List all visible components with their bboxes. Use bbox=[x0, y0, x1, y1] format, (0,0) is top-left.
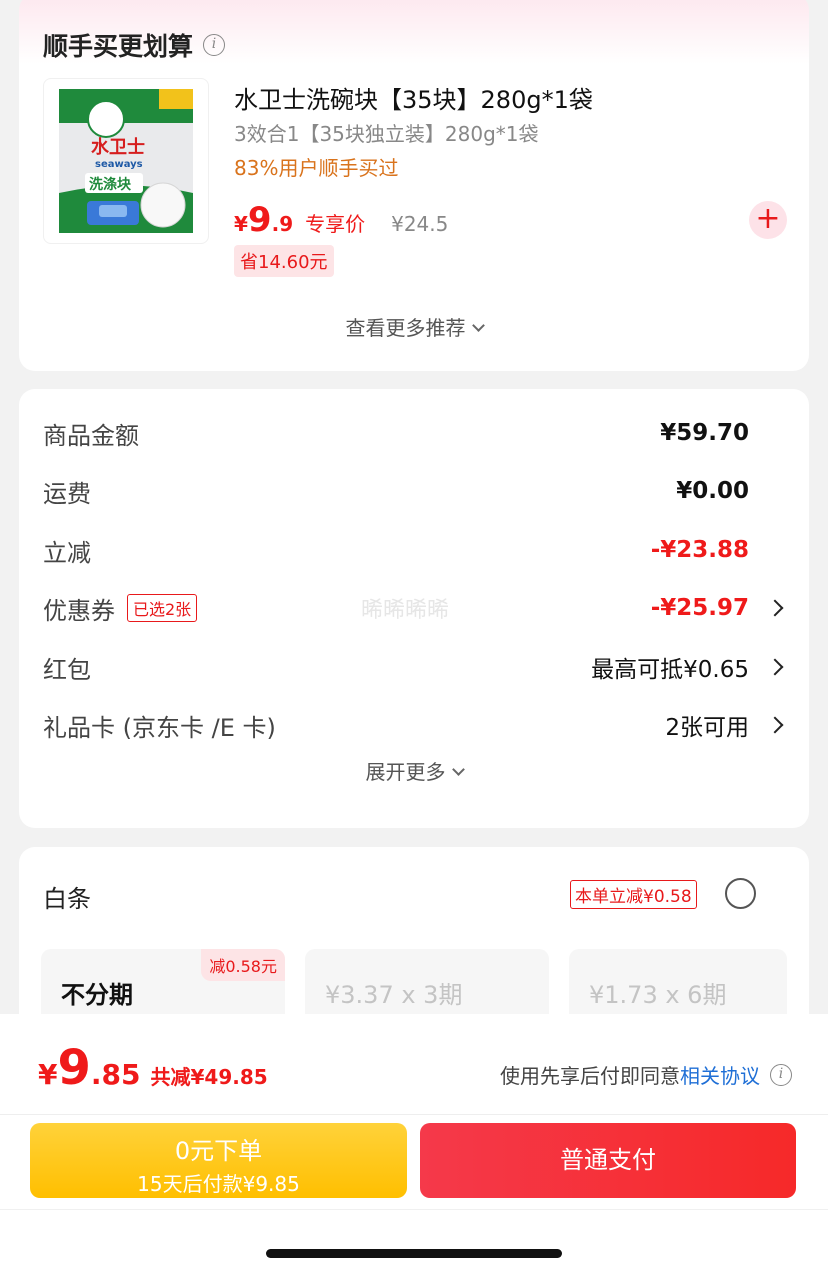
total-reduce: 共减¥49.85 bbox=[150, 1065, 268, 1089]
svg-text:水卫士: 水卫士 bbox=[91, 136, 145, 158]
product-package-image: 水卫士 seaways 洗涤块 bbox=[59, 89, 193, 233]
add-to-order-button[interactable]: + bbox=[749, 201, 787, 239]
shipping-value: ¥0.00 bbox=[676, 478, 749, 504]
product-name[interactable]: 水卫士洗碗块【35块】280g*1袋 bbox=[234, 80, 593, 115]
normal-pay-button[interactable]: 普通支付 bbox=[420, 1123, 796, 1198]
chevron-right-icon bbox=[766, 599, 784, 617]
summary-row-instant-discount: 立减 -¥23.88 bbox=[43, 537, 749, 567]
info-icon[interactable]: i bbox=[203, 34, 226, 56]
baitiao-radio[interactable] bbox=[725, 878, 756, 909]
gift-card-value: 2张可用 bbox=[665, 715, 749, 741]
summary-row-goods-amount: 商品金额 ¥59.70 bbox=[43, 420, 749, 450]
recommend-title: 顺手买更划算 i bbox=[43, 27, 226, 63]
baitiao-promo-badge: 本单立减¥0.58 bbox=[570, 880, 697, 909]
watermark: 晞晞晞晞 bbox=[361, 598, 450, 623]
info-icon[interactable]: i bbox=[770, 1063, 792, 1086]
total-price: ¥ 9 .85 共减¥49.85 bbox=[38, 1040, 268, 1096]
coupon-selected-badge: 已选2张 bbox=[127, 594, 198, 622]
agreement-link[interactable]: 相关协议 bbox=[680, 1060, 760, 1089]
checkout-bar: ¥ 9 .85 共减¥49.85 使用先享后付即同意 相关协议 i 0元下单 1… bbox=[0, 1014, 828, 1275]
baitiao-title: 白条 bbox=[43, 885, 91, 913]
price-currency: ¥ bbox=[234, 212, 248, 236]
chevron-right-icon bbox=[766, 658, 784, 676]
divider bbox=[0, 1114, 828, 1115]
product-price-row: ¥ 9 .9 专享价 ¥24.5 bbox=[234, 200, 448, 240]
chevron-down-icon bbox=[451, 763, 465, 776]
agreement-text: 使用先享后付即同意 相关协议 i bbox=[500, 1060, 792, 1089]
summary-row-red-packet[interactable]: 红包 最高可抵¥0.65 bbox=[43, 647, 785, 687]
red-packet-value: 最高可抵¥0.65 bbox=[591, 657, 749, 683]
plan-discount-badge: 减0.58元 bbox=[201, 949, 285, 981]
summary-row-coupon[interactable]: 优惠券 已选2张 晞晞晞晞 -¥25.97 bbox=[43, 588, 785, 628]
expand-more-link[interactable]: 展开更多 bbox=[19, 756, 809, 785]
original-price: ¥24.5 bbox=[391, 212, 449, 236]
recommend-card: 顺手买更划算 i 水卫士 seaways 洗涤块 水卫士洗碗块【35块】280g… bbox=[19, 0, 809, 371]
product-image[interactable]: 水卫士 seaways 洗涤块 bbox=[43, 78, 209, 244]
order-summary-card: 商品金额 ¥59.70 运费 ¥0.00 立减 -¥23.88 优惠券 已选2张… bbox=[19, 389, 809, 828]
price-tag: 专享价 bbox=[305, 212, 366, 236]
coupon-value: -¥25.97 bbox=[650, 595, 749, 621]
instant-discount-value: -¥23.88 bbox=[650, 537, 749, 563]
more-recommendations-link[interactable]: 查看更多推荐 bbox=[19, 312, 809, 341]
price-integer: 9 bbox=[247, 200, 272, 240]
summary-row-gift-card[interactable]: 礼品卡 (京东卡 /E 卡) 2张可用 bbox=[43, 705, 785, 745]
product-spec: 3效合1【35块独立装】280g*1袋 bbox=[234, 122, 539, 146]
svg-text:洗涤块: 洗涤块 bbox=[89, 176, 132, 193]
summary-row-shipping: 运费 ¥0.00 bbox=[43, 478, 749, 508]
bnpl-order-button[interactable]: 0元下单 15天后付款¥9.85 bbox=[30, 1123, 407, 1198]
chevron-down-icon bbox=[471, 319, 485, 332]
chevron-right-icon bbox=[766, 716, 784, 734]
goods-amount-value: ¥59.70 bbox=[660, 420, 749, 446]
svg-text:seaways: seaways bbox=[95, 159, 143, 170]
home-indicator[interactable] bbox=[266, 1249, 562, 1258]
save-badge: 省14.60元 bbox=[234, 245, 334, 277]
divider bbox=[0, 1209, 828, 1210]
price-decimal: .9 bbox=[271, 212, 294, 236]
product-buy-rate: 83%用户顺手买过 bbox=[234, 156, 399, 180]
